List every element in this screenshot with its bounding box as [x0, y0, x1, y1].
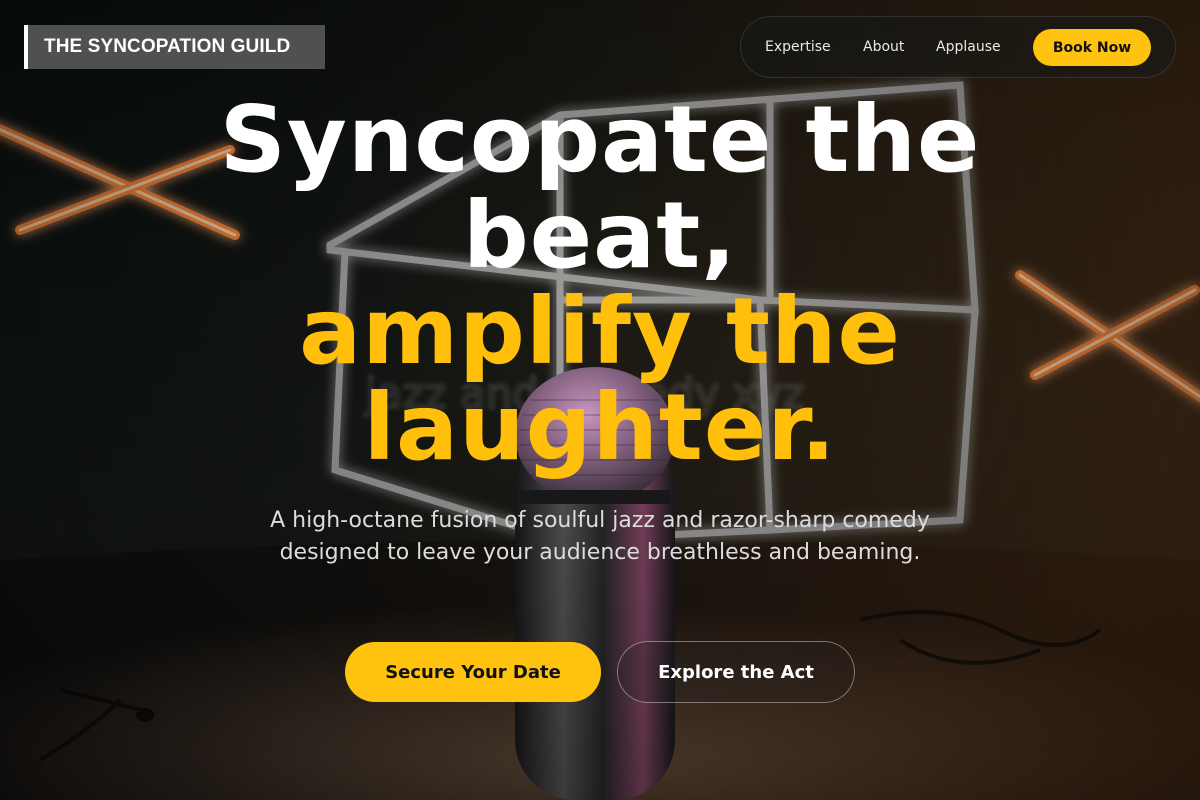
book-now-button[interactable]: Book Now — [1033, 29, 1151, 66]
hero-headline: Syncopate the beat, amplify the laughter… — [150, 92, 1050, 476]
headline-line-3: amplify the — [299, 278, 901, 385]
headline-line-4: laughter. — [363, 374, 837, 481]
nav-link-expertise[interactable]: Expertise — [765, 39, 831, 55]
nav-link-applause[interactable]: Applause — [936, 39, 1001, 55]
hero-subtext: A high-octane fusion of soulful jazz and… — [270, 508, 930, 565]
brand-name: THE SYNCOPATION GUILD — [44, 36, 291, 57]
hero-section: jazz and comedy xyz THE SYNCOPA — [0, 0, 1200, 800]
explore-the-act-button[interactable]: Explore the Act — [617, 641, 855, 703]
brand-logo[interactable]: THE SYNCOPATION GUILD — [24, 25, 325, 69]
headline-line-1: Syncopate the — [219, 86, 981, 193]
nav-link-about[interactable]: About — [863, 39, 904, 55]
top-navigation: Expertise About Applause Book Now — [740, 16, 1176, 78]
secure-your-date-button[interactable]: Secure Your Date — [345, 642, 601, 702]
headline-line-2: beat, — [462, 182, 738, 289]
